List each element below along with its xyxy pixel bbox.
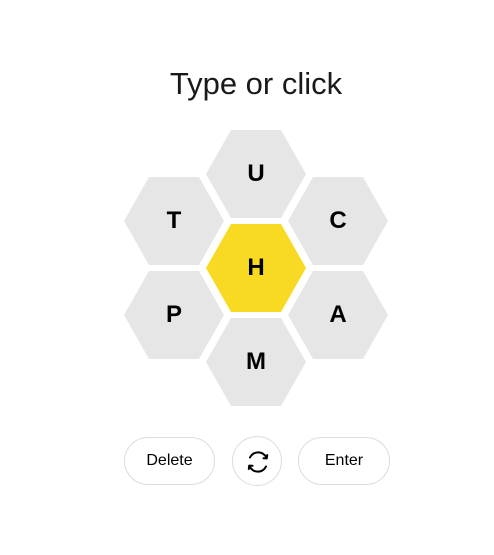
shuffle-button[interactable] xyxy=(232,436,282,486)
hive-controls: Delete Enter xyxy=(0,436,494,487)
prompt-text: Type or click xyxy=(169,66,343,101)
hive-cell-bottom[interactable]: M xyxy=(206,318,306,406)
hive: U T C H P A M xyxy=(124,130,388,408)
enter-button[interactable]: Enter xyxy=(298,437,390,485)
hex-shape xyxy=(206,318,306,406)
delete-button[interactable]: Delete xyxy=(124,437,215,485)
shuffle-icon xyxy=(247,451,269,473)
